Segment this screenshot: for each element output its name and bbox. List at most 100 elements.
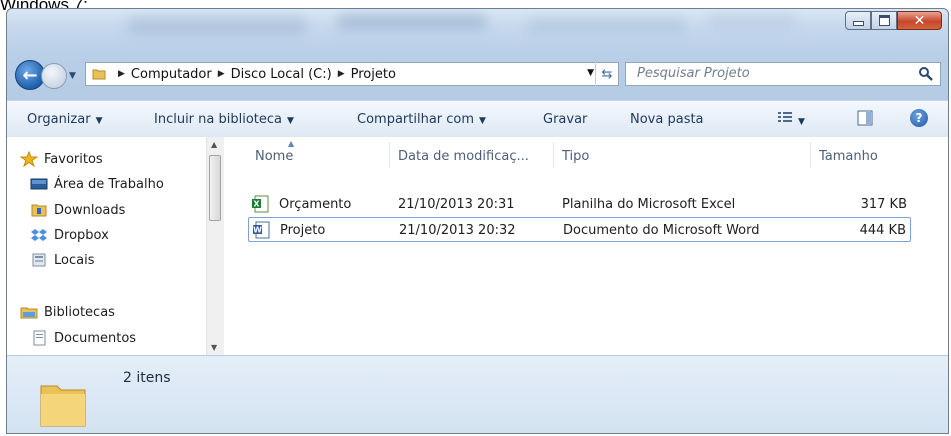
nav-label: Bibliotecas — [44, 304, 115, 320]
svg-text:X: X — [253, 200, 260, 209]
file-size: 444 KB — [859, 223, 906, 238]
folder-icon — [92, 69, 106, 80]
nav-item-documentos[interactable]: Documentos — [30, 330, 136, 346]
new-folder-label: Nova pasta — [630, 112, 704, 127]
chevron-right-icon: ▶ — [337, 69, 345, 79]
column-header-size[interactable]: Tamanho — [819, 149, 878, 164]
recent-places-icon — [32, 253, 46, 267]
star-icon — [20, 151, 38, 167]
breadcrumb-disco-local[interactable]: Disco Local (C:) — [231, 67, 332, 82]
column-header-name[interactable]: Nome — [255, 149, 293, 164]
word-icon: W — [253, 221, 270, 239]
nav-item-downloads[interactable]: Downloads — [30, 202, 125, 218]
navigation-scrollbar[interactable]: ▲ ▼ — [206, 137, 224, 355]
nav-label: Área de Trabalho — [54, 176, 164, 192]
nav-item-desktop[interactable]: Área de Trabalho — [30, 176, 164, 192]
chevron-down-icon: ▼ — [479, 116, 486, 126]
content-area: Favoritos Área de Trabalho Downloads Dro… — [7, 137, 948, 355]
chevron-down-icon: ▼ — [95, 116, 103, 126]
view-options-button[interactable]: ▼ — [777, 110, 805, 128]
file-name: Projeto — [280, 223, 326, 238]
nav-label: Locais — [54, 252, 95, 268]
nav-label: Favoritos — [44, 151, 103, 167]
column-divider[interactable] — [553, 142, 554, 168]
back-arrow-icon: ← — [22, 64, 38, 86]
maximize-icon — [878, 15, 890, 26]
scrollbar-thumb[interactable] — [209, 155, 221, 221]
chevron-right-icon: ▶ — [118, 69, 125, 79]
navigation-pane: Favoritos Área de Trabalho Downloads Dro… — [7, 137, 224, 355]
item-count: 2 itens — [123, 370, 171, 386]
minimize-button[interactable] — [845, 11, 871, 30]
search-placeholder: Pesquisar Projeto — [637, 66, 750, 81]
share-with-label: Compartilhar com — [357, 112, 475, 127]
file-name: Orçamento — [279, 197, 352, 212]
libraries-icon — [20, 307, 38, 319]
column-headers: ▲ Nome Data de modificaç... Tipo Tamanho — [224, 137, 948, 171]
chevron-right-icon: ▶ — [217, 69, 225, 79]
column-header-date[interactable]: Data de modificaç... — [398, 149, 529, 164]
maximize-button[interactable] — [871, 11, 897, 30]
organize-button[interactable]: Organizar ▼ — [27, 112, 102, 127]
details-pane: 2 itens — [7, 355, 948, 433]
forward-button[interactable] — [41, 63, 67, 89]
organize-label: Organizar — [27, 112, 91, 127]
address-bar[interactable]: ▶ Computador ▶ Disco Local (C:) ▶ Projet… — [85, 62, 619, 86]
file-list: ▲ Nome Data de modificaç... Tipo Tamanho… — [224, 137, 948, 355]
close-button[interactable]: ✕ — [897, 11, 942, 30]
burn-button[interactable]: Gravar — [543, 112, 587, 127]
file-date: 21/10/2013 20:31 — [398, 197, 515, 212]
file-row-selected[interactable]: W Projeto 21/10/2013 20:32 Documento do … — [248, 217, 911, 242]
address-row: ← ▼ ▶ Computador ▶ Disco Local (C:) ▶ Pr… — [7, 59, 948, 91]
scroll-up-icon[interactable]: ▲ — [211, 140, 217, 149]
explorer-window: ✕ ← ▼ ▶ Computador ▶ Disco Local (C:) ▶ … — [6, 8, 949, 434]
chevron-down-icon[interactable]: ▼ — [587, 68, 594, 78]
search-input[interactable]: Pesquisar Projeto — [625, 62, 941, 86]
preview-pane-icon — [857, 110, 873, 126]
svg-text:W: W — [253, 226, 262, 235]
breadcrumb-projeto[interactable]: Projeto — [351, 67, 396, 82]
nav-item-favoritos[interactable]: Favoritos — [20, 151, 103, 167]
nav-item-bibliotecas[interactable]: Bibliotecas — [20, 304, 115, 320]
column-divider[interactable] — [810, 142, 811, 168]
help-icon: ? — [910, 109, 928, 127]
dropbox-icon — [31, 229, 47, 241]
minimize-icon — [852, 21, 864, 26]
refresh-button[interactable]: ⇆ — [595, 62, 618, 86]
scroll-down-icon[interactable]: ▼ — [211, 343, 217, 352]
file-date: 21/10/2013 20:32 — [399, 223, 516, 238]
refresh-icon: ⇆ — [601, 66, 613, 82]
folder-icon — [40, 385, 86, 427]
column-divider[interactable] — [389, 142, 390, 168]
file-size: 317 KB — [860, 197, 907, 212]
recent-pages-dropdown[interactable]: ▼ — [69, 71, 76, 81]
nav-item-locais[interactable]: Locais — [30, 252, 94, 268]
desktop-icon — [30, 178, 48, 190]
file-type: Documento do Microsoft Word — [563, 223, 760, 238]
help-button[interactable]: ? — [910, 109, 928, 127]
file-type: Planilha do Microsoft Excel — [562, 197, 736, 212]
new-folder-button[interactable]: Nova pasta — [630, 112, 704, 127]
close-icon: ✕ — [913, 12, 926, 29]
nav-label: Dropbox — [54, 227, 109, 243]
nav-label: Documentos — [54, 330, 137, 346]
chevron-down-icon: ▼ — [287, 116, 294, 126]
breadcrumb-computador[interactable]: Computador — [131, 67, 212, 82]
include-library-button[interactable]: Incluir na biblioteca ▼ — [154, 112, 294, 127]
sort-ascending-icon: ▲ — [288, 139, 295, 148]
preview-pane-button[interactable] — [857, 110, 873, 130]
nav-item-dropbox[interactable]: Dropbox — [30, 227, 109, 243]
chevron-down-icon: ▼ — [798, 117, 805, 127]
command-bar: Organizar ▼ Incluir na biblioteca ▼ Compar… — [7, 100, 948, 138]
share-with-button[interactable]: Compartilhar com ▼ — [357, 112, 486, 127]
excel-icon: X — [252, 195, 269, 213]
title-bar[interactable]: ✕ — [7, 9, 948, 53]
nav-label: Downloads — [54, 202, 126, 218]
search-icon[interactable] — [918, 66, 934, 82]
file-row[interactable]: X Orçamento 21/10/2013 20:31 Planilha do… — [248, 192, 911, 217]
downloads-folder-icon — [31, 204, 47, 217]
include-library-label: Incluir na biblioteca — [154, 112, 283, 127]
column-header-type[interactable]: Tipo — [562, 149, 589, 164]
view-list-icon — [778, 112, 792, 122]
burn-label: Gravar — [543, 112, 588, 127]
